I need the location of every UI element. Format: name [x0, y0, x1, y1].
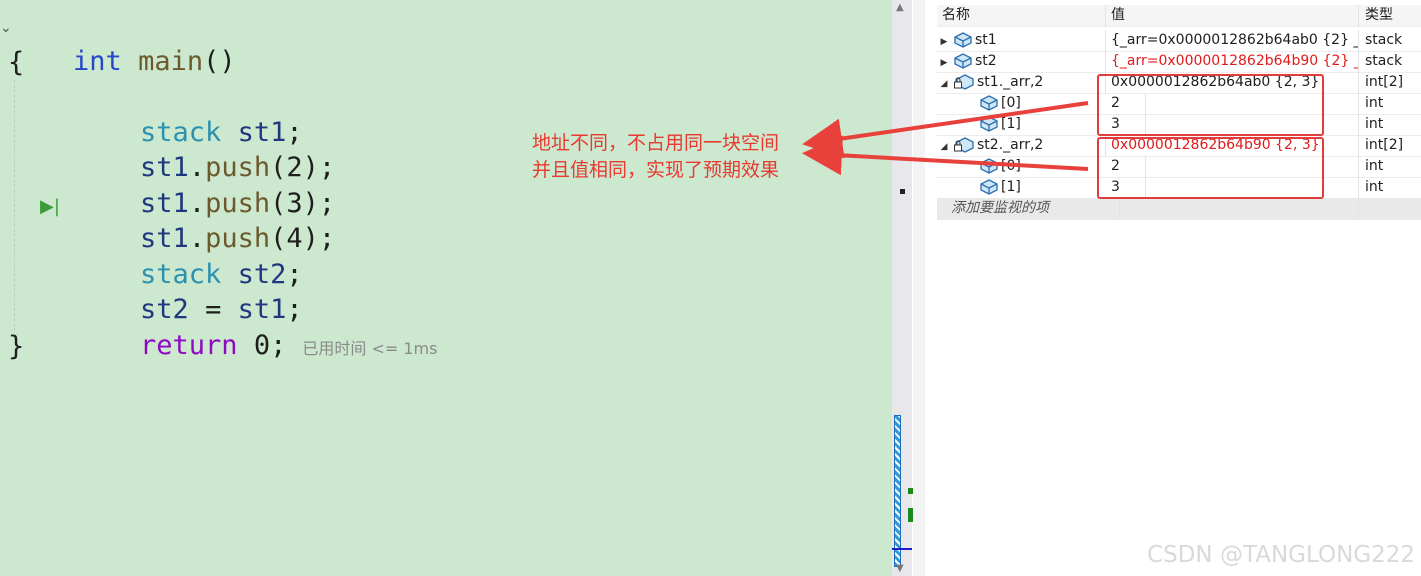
- watermark: CSDN @TANGLONG222: [1147, 542, 1415, 568]
- arrow-to-st1: [802, 101, 1089, 159]
- arrow-to-st2: [802, 135, 1089, 176]
- annotation-arrows: [802, 101, 1089, 176]
